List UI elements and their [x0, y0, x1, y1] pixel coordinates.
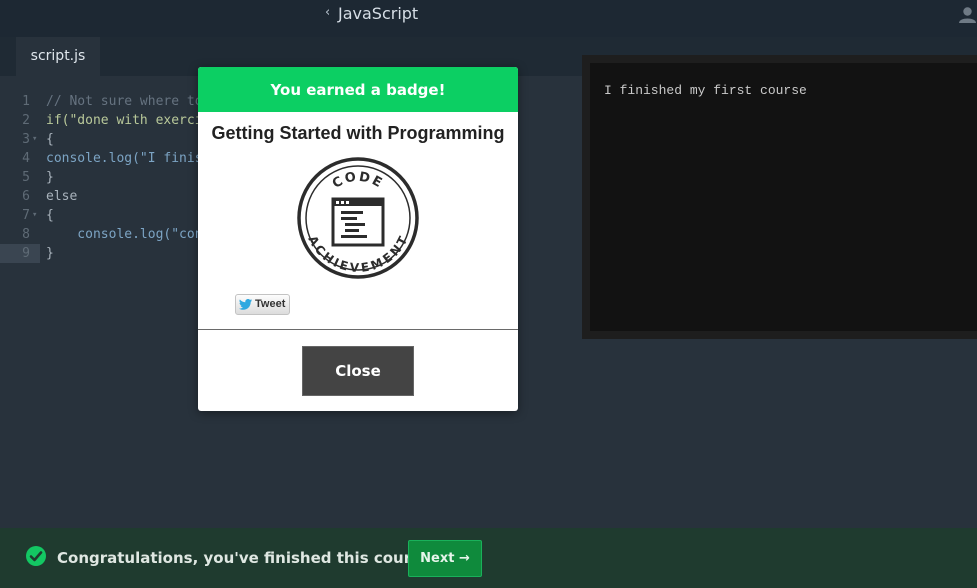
svg-text:CODE: CODE	[330, 170, 386, 192]
code-achievement-badge-icon: CODE ACHIEVEMENT	[297, 157, 419, 279]
tweet-label: Tweet	[255, 298, 286, 310]
code-text: }	[46, 170, 54, 185]
congratulations-message: Congratulations, you've finished this co…	[57, 549, 438, 567]
close-button[interactable]: Close	[302, 346, 414, 396]
console-output: I finished my first course	[604, 83, 807, 98]
code-text: {	[46, 132, 54, 147]
check-circle-icon	[26, 546, 46, 566]
code-text: }	[46, 246, 54, 261]
tab-script-js[interactable]: script.js	[16, 37, 100, 76]
line-number: 2	[22, 113, 30, 128]
line-number: 1	[22, 94, 30, 109]
code-text: {	[46, 208, 54, 223]
fold-arrow-icon[interactable]: ▾	[32, 206, 37, 225]
course-title[interactable]: JavaScript	[338, 4, 418, 23]
user-icon[interactable]	[958, 5, 977, 24]
back-chevron-icon[interactable]: ‹	[325, 5, 330, 20]
line-number: 8	[22, 227, 30, 242]
code-text: console.log("con	[46, 227, 203, 242]
tweet-button[interactable]: Tweet	[235, 294, 290, 315]
code-text: // Not sure where to	[46, 94, 203, 109]
badge-text-top: CODE	[330, 170, 384, 192]
modal-divider	[198, 329, 518, 330]
modal-header: You earned a badge!	[198, 67, 518, 112]
bottom-status-bar: Congratulations, you've finished this co…	[0, 528, 977, 588]
top-bar: ‹ JavaScript	[0, 0, 977, 37]
line-number: 5	[22, 170, 30, 185]
twitter-bird-icon	[239, 299, 252, 310]
line-number: 9	[0, 244, 40, 263]
code-text: console.log("I finis	[46, 151, 203, 166]
badge-modal: You earned a badge! Getting Started with…	[198, 67, 518, 411]
output-console: I finished my first course	[582, 55, 977, 339]
line-number: 4	[22, 151, 30, 166]
fold-arrow-icon[interactable]: ▾	[32, 130, 37, 149]
line-number: 6	[22, 189, 30, 204]
next-button[interactable]: Next →	[408, 540, 482, 577]
code-text: if("done with exerci	[46, 113, 203, 128]
badge-title: Getting Started with Programming	[211, 123, 505, 143]
code-text: else	[46, 189, 78, 204]
